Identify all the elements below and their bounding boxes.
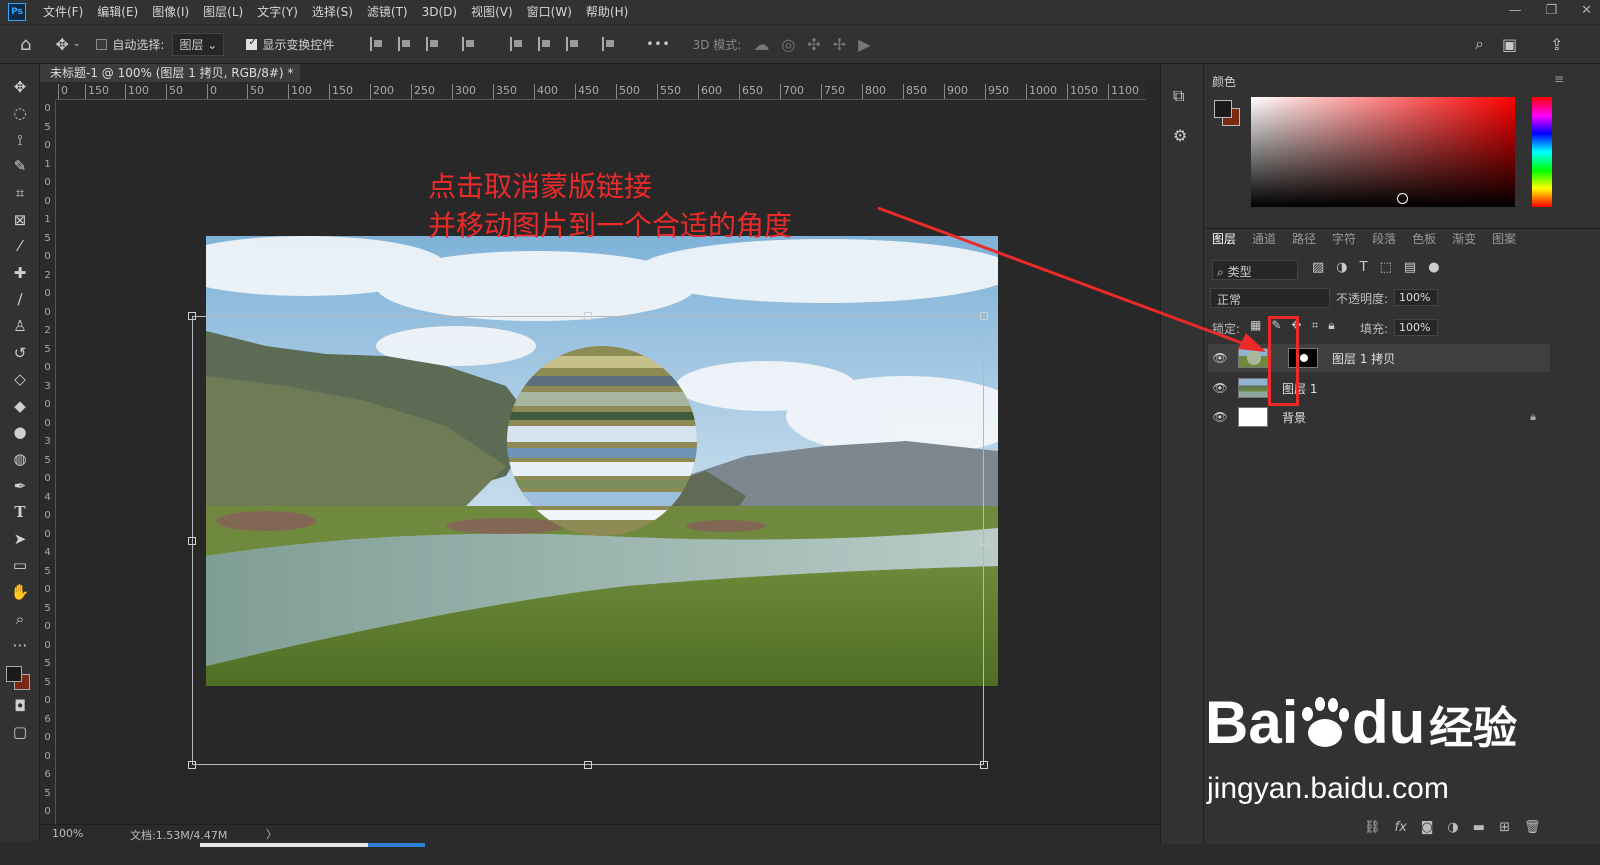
foreground-color-swatch[interactable]: [6, 666, 22, 683]
watermark-jingyan: 经验: [1429, 703, 1518, 754]
watermark-brand-2: du: [1352, 689, 1426, 756]
watermark-brand: Bai: [1205, 689, 1299, 756]
color-panel-foreground-swatch[interactable]: [1214, 100, 1232, 118]
baidu-jingyan-watermark: Bai du 经验 jingyan.baidu.com: [1205, 680, 1600, 810]
paw-icon: [1302, 697, 1350, 747]
watermark-url: jingyan.baidu.com: [1207, 772, 1449, 805]
